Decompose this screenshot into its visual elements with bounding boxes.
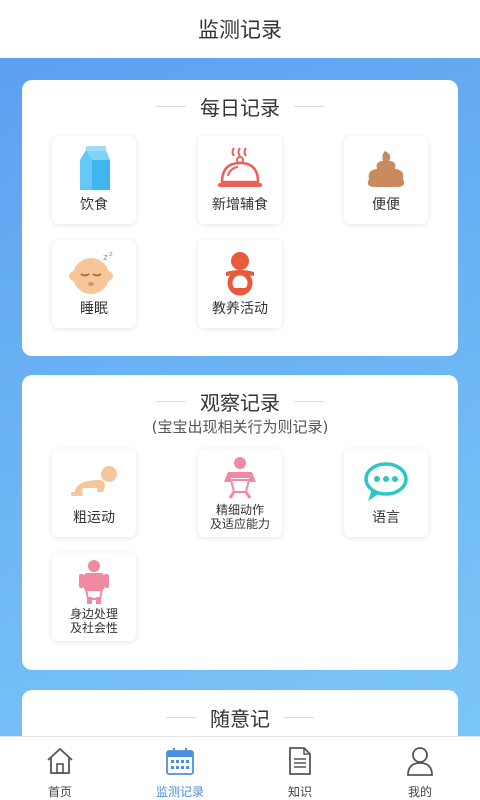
tile-label: 语言	[372, 510, 400, 526]
divider	[294, 401, 324, 402]
page-header: 监测记录	[0, 0, 480, 58]
tile-diet[interactable]: 饮食	[52, 136, 136, 224]
divider	[284, 717, 314, 718]
tile-label: 身边处理 及社会性	[69, 607, 118, 635]
milk-carton-icon	[69, 144, 119, 194]
food-cloche-icon	[215, 144, 265, 194]
observation-record-card: 观察记录 (宝宝出现相关行为则记录) 粗运动 精细动作 及适应能力 语言 身边处…	[22, 375, 458, 670]
page-title: 监测记录	[198, 18, 282, 42]
tile-parenting-activity[interactable]: 教养活动	[198, 240, 282, 328]
speech-bubble-icon	[361, 457, 411, 507]
crawling-baby-icon	[69, 457, 119, 507]
divider	[156, 106, 186, 107]
tile-fine-motor[interactable]: 精细动作 及适应能力	[198, 449, 282, 537]
tile-poop[interactable]: 便便	[344, 136, 428, 224]
tab-mine[interactable]: 我的	[360, 737, 480, 800]
tab-label: 知识	[287, 785, 312, 799]
divider	[156, 401, 186, 402]
svg-text:z: z	[103, 253, 108, 263]
bottom-tab-bar: 首页 监测记录 知识 我的	[0, 736, 480, 800]
sleeping-baby-icon: z z	[69, 248, 119, 298]
tile-label: 睡眠	[80, 301, 108, 317]
svg-text:z: z	[109, 250, 113, 258]
tile-label: 饮食	[80, 197, 108, 213]
observation-record-title: 观察记录	[22, 387, 458, 416]
document-icon	[284, 745, 316, 777]
casual-note-title: 随意记	[22, 703, 458, 732]
tile-label: 教养活动	[212, 301, 268, 317]
daily-record-card: 每日记录 饮食 新增辅食 便便 z z 睡眠 教养活动	[22, 80, 458, 356]
observation-subtitle: (宝宝出现相关行为则记录)	[151, 418, 329, 436]
tab-knowledge[interactable]: 知识	[240, 737, 360, 800]
tile-self-care-social[interactable]: 身边处理 及社会性	[52, 553, 136, 641]
tab-label: 监测记录	[155, 785, 204, 799]
baby-activity-icon	[215, 248, 265, 298]
tile-gross-motor[interactable]: 粗运动	[52, 449, 136, 537]
divider	[294, 106, 324, 107]
tile-label: 新增辅食	[212, 197, 268, 213]
daily-record-title: 每日记录	[22, 92, 458, 121]
tile-new-food[interactable]: 新增辅食	[198, 136, 282, 224]
tile-label: 粗运动	[73, 510, 115, 526]
home-icon	[44, 745, 76, 777]
tab-label: 首页	[47, 785, 72, 799]
tab-monitoring[interactable]: 监测记录	[120, 737, 240, 800]
baby-diaper-icon	[215, 455, 265, 501]
tile-label: 精细动作 及适应能力	[209, 503, 270, 531]
user-icon	[404, 745, 436, 777]
child-icon	[69, 559, 119, 605]
tile-sleep[interactable]: z z 睡眠	[52, 240, 136, 328]
tab-home[interactable]: 首页	[0, 737, 120, 800]
calendar-icon	[164, 745, 196, 777]
poop-icon	[361, 144, 411, 194]
tile-label: 便便	[372, 197, 400, 213]
divider	[166, 717, 196, 718]
tile-language[interactable]: 语言	[344, 449, 428, 537]
tab-label: 我的	[407, 785, 432, 799]
